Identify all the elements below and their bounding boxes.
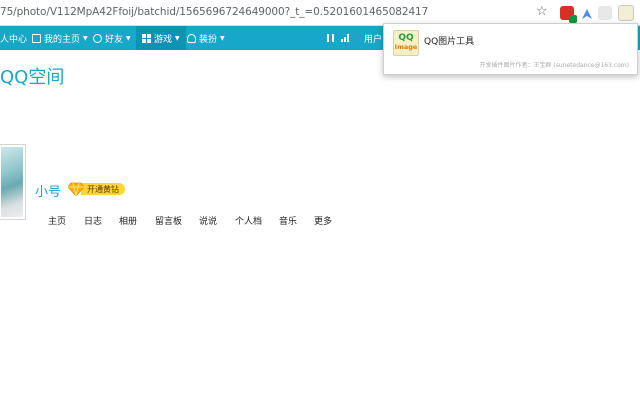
chevron-down-icon: ▼ [126,34,131,42]
qq-image-logo-icon: QQ Image [393,30,419,56]
tab-music[interactable]: 音乐 [279,214,297,227]
chevron-down-icon: ▼ [83,34,88,42]
browser-window: 75/photo/V112MpA42Ffoij/batchid/15656967… [0,0,640,400]
logo-top-text: QQ [398,33,414,43]
tab-home[interactable]: 主页 [48,214,66,227]
popup-credit: 开发插件图片作者：王宝群 (sunetedance@163.com) [479,62,629,69]
avatar-image [1,147,23,217]
extension-badge-icon [569,15,577,23]
avatar[interactable] [0,144,26,220]
tab-blog[interactable]: 日志 [84,214,102,227]
extension-red-icon[interactable] [560,6,577,23]
nav-games[interactable]: 游戏 ▼ [136,26,186,50]
nav-friends-label: 好友 [105,34,124,45]
chevron-down-icon: ▼ [175,34,180,42]
logo-bottom-text: Image [394,43,418,51]
nav-personal-center[interactable]: 人中心 [0,26,27,50]
dress-up-icon [187,33,196,43]
nav-dress-up[interactable]: 装扮 ▼ [187,26,225,50]
nav-home[interactable]: 我的主页 ▼ [32,26,88,50]
extension-popup: QQ Image QQ图片工具 开发插件图片作者：王宝群 (sunetedanc… [383,23,638,75]
nav-user-label: 用户 [364,34,383,45]
nav-home-label: 我的主页 [44,34,81,45]
friends-icon [93,33,102,43]
tab-guestbook[interactable]: 留言板 [155,214,182,227]
grid-icon [142,33,151,43]
tab-shuoshuo[interactable]: 说说 [199,214,217,227]
bookmark-star-icon[interactable]: ☆ [536,4,548,20]
popup-title[interactable]: QQ图片工具 [424,34,474,47]
tab-album[interactable]: 相册 [119,214,137,227]
nav-friends[interactable]: 好友 ▼ [93,26,131,50]
diamond-icon [68,182,84,196]
nav-dress-up-label: 装扮 [199,34,218,45]
chevron-down-icon: ▼ [220,34,225,42]
tab-more[interactable]: 更多 [314,214,332,227]
tab-profile[interactable]: 个人档 [235,214,262,227]
extension-gray-icon[interactable] [598,6,612,20]
vip-label: 开通黄钻 [81,183,125,195]
music-pause-button[interactable] [327,26,334,50]
home-icon [32,33,41,43]
url-text[interactable]: 75/photo/V112MpA42Ffoij/batchid/15656967… [0,6,428,18]
nav-user[interactable]: 用户 [364,26,382,50]
extension-blue-icon[interactable] [580,6,594,20]
profile-subnav: 主页 日志 相册 留言板 说说 个人档 音乐 更多 [0,214,640,227]
pause-icon [327,34,334,42]
music-visualizer-button[interactable] [341,26,349,50]
qq-image-extension-icon[interactable] [618,5,634,21]
username[interactable]: 小号 [35,181,61,200]
nav-games-label: 游戏 [154,34,173,45]
page-title: QQ空间 [0,67,65,88]
vip-badge[interactable]: 开通黄钻 [68,182,125,196]
nav-personal-center-label: 人中心 [0,34,28,45]
equalizer-icon [341,34,349,42]
